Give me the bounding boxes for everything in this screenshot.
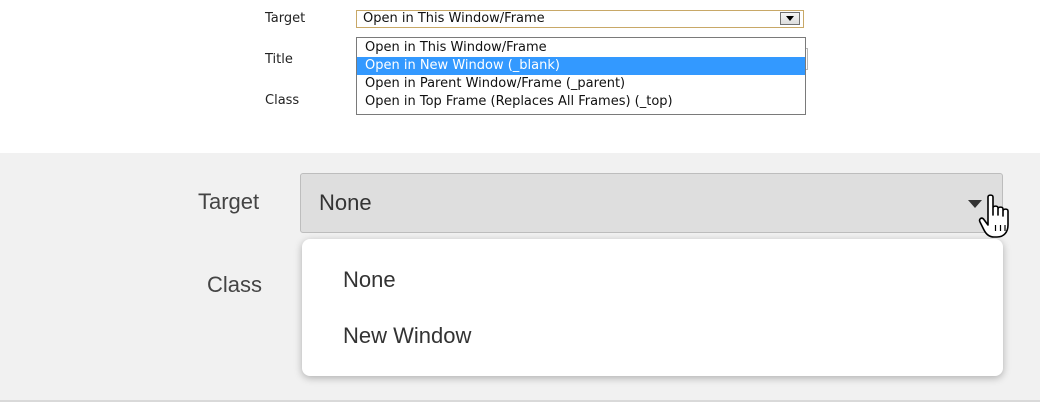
legacy-option-this-window[interactable]: Open in This Window/Frame [357, 39, 805, 57]
legacy-target-label: Target [265, 11, 306, 26]
modern-class-label: Class [207, 272, 263, 297]
legacy-target-value: Open in This Window/Frame [363, 11, 545, 26]
triangle-down-icon[interactable] [780, 12, 800, 25]
legacy-option-top-frame[interactable]: Open in Top Frame (Replaces All Frames) … [357, 93, 805, 111]
modern-option-new-window[interactable]: New Window [343, 323, 471, 349]
legacy-title-label: Title [265, 52, 293, 67]
legacy-target-options-list: Open in This Window/Frame Open in New Wi… [356, 37, 806, 115]
modern-target-value: None [319, 190, 372, 215]
legacy-option-parent-window[interactable]: Open in Parent Window/Frame (_parent) [357, 75, 805, 93]
legacy-option-new-window[interactable]: Open in New Window (_blank) [357, 57, 805, 75]
legacy-class-label: Class [265, 93, 300, 108]
modern-option-none[interactable]: None [343, 267, 396, 293]
modern-target-label: Target [198, 189, 260, 214]
legacy-target-select[interactable]: Open in This Window/Frame [356, 10, 804, 28]
legacy-link-dialog: Target Title Class Open in This Window/F… [0, 0, 1040, 130]
modern-target-select[interactable]: None [300, 173, 1003, 233]
modern-link-dialog: Target Class None None New Window [0, 153, 1040, 402]
modern-target-options-menu: None New Window [302, 239, 1003, 376]
hand-pointer-cursor-icon [978, 194, 1009, 238]
